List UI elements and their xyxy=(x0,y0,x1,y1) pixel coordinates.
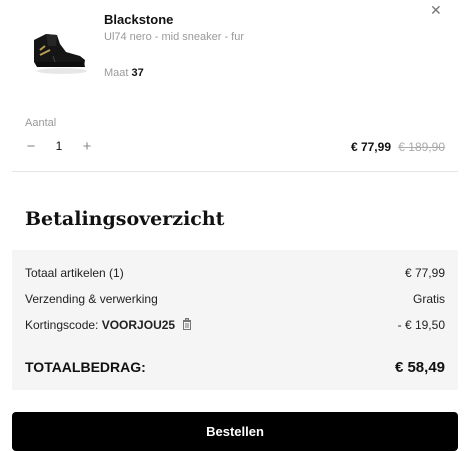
summary-value-discount: - € 19,50 xyxy=(397,318,445,332)
payment-summary-title: Betalingsoverzicht xyxy=(25,208,225,230)
product-image[interactable] xyxy=(22,22,94,82)
quantity-value: 1 xyxy=(55,139,63,153)
summary-value-shipping: Gratis xyxy=(412,292,445,306)
product-description[interactable]: Ul74 nero - mid sneaker - fur xyxy=(104,31,244,43)
discount-code-label: Kortingscode: VOORJOU25 xyxy=(25,318,192,333)
current-price: € 77,99 xyxy=(350,140,391,154)
discount-prefix: Kortingscode: xyxy=(25,318,102,332)
close-icon: ✕ xyxy=(430,2,442,18)
summary-row-shipping: Verzending & verwerking Gratis xyxy=(25,292,445,306)
increase-quantity-button[interactable]: + xyxy=(80,138,94,155)
discount-code: VOORJOU25 xyxy=(101,318,176,332)
summary-row-items: Totaal artikelen (1) € 77,99 xyxy=(25,266,445,280)
trash-icon[interactable] xyxy=(182,318,192,333)
section-divider xyxy=(12,171,458,172)
quantity-label: Aantal xyxy=(25,117,57,129)
total-label: TOTAALBEDRAG: xyxy=(25,359,146,375)
quantity-stepper: − 1 + xyxy=(24,137,94,155)
summary-value-items: € 77,99 xyxy=(404,266,445,280)
size-value: 37 xyxy=(131,67,144,79)
product-brand[interactable]: Blackstone xyxy=(104,12,173,27)
summary-row-discount: Kortingscode: VOORJOU25 - € 19,50 xyxy=(25,318,445,333)
payment-summary-box: Totaal artikelen (1) € 77,99 Verzending … xyxy=(12,250,458,390)
remove-item-button[interactable]: ✕ xyxy=(430,2,442,19)
summary-label-shipping: Verzending & verwerking xyxy=(25,292,158,306)
original-price: € 189,90 xyxy=(398,140,445,154)
sneaker-image xyxy=(34,34,87,74)
decrease-quantity-button[interactable]: − xyxy=(24,138,38,155)
order-button[interactable]: Bestellen xyxy=(12,412,458,451)
total-row: TOTAALBEDRAG: € 58,49 xyxy=(25,359,445,376)
total-value: € 58,49 xyxy=(394,359,445,376)
product-size: Maat 37 xyxy=(104,67,144,79)
summary-label-items: Totaal artikelen (1) xyxy=(25,266,124,280)
cart-item: Blackstone Ul74 nero - mid sneaker - fur… xyxy=(0,0,475,172)
size-label: Maat xyxy=(104,67,129,79)
